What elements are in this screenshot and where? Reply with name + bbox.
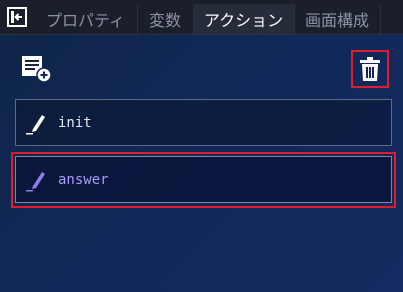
pencil-icon	[16, 100, 56, 145]
add-action-button[interactable]	[20, 54, 54, 84]
tab-bar: プロパティ 変数 アクション 画面構成	[0, 0, 403, 35]
pencil-icon	[16, 157, 56, 202]
tab-screen-layout[interactable]: 画面構成	[294, 4, 381, 34]
action-label: init	[58, 114, 92, 131]
panel-collapse-icon	[7, 7, 27, 27]
action-item-init[interactable]: init	[15, 99, 392, 146]
action-label: answer	[58, 171, 109, 188]
action-item-answer[interactable]: answer	[15, 156, 392, 203]
trash-icon	[360, 57, 380, 81]
tab-variables[interactable]: 変数	[137, 4, 194, 34]
add-action-icon	[22, 56, 52, 83]
collapse-panel-button[interactable]	[4, 4, 30, 30]
delete-action-button[interactable]	[351, 50, 389, 88]
tab-actions[interactable]: アクション	[193, 4, 295, 34]
tab-properties[interactable]: プロパティ	[34, 4, 138, 34]
